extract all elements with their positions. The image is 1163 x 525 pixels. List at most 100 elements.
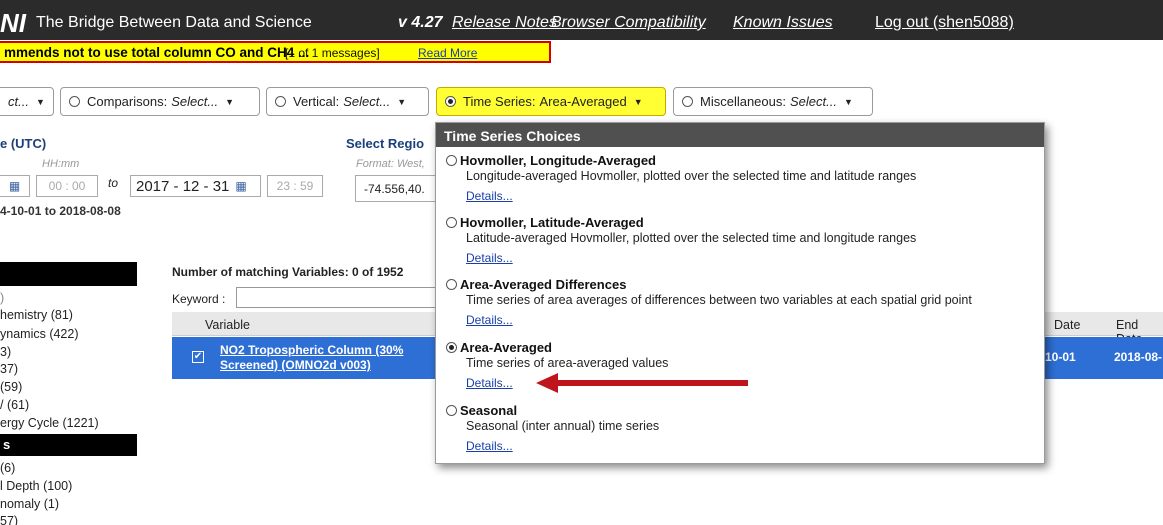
- column-header-begin-date[interactable]: Date: [1054, 318, 1080, 332]
- date-range-title: e (UTC): [0, 136, 47, 151]
- facet-header-bar: [0, 262, 137, 286]
- app-header: NI The Bridge Between Data and Science v…: [0, 0, 1163, 40]
- radio-selected-icon: [445, 96, 456, 107]
- variable-name-line: NO2 Tropospheric Column (30%: [220, 343, 404, 357]
- facet-item[interactable]: nomaly (1): [0, 497, 59, 511]
- choice-description: Latitude-averaged Hovmoller, plotted ove…: [466, 231, 917, 245]
- chevron-down-icon: ▼: [35, 96, 45, 107]
- details-link[interactable]: Details...: [466, 251, 513, 265]
- facet-item[interactable]: 37): [0, 362, 18, 376]
- keyword-label: Keyword :: [172, 292, 226, 306]
- choice-title: Area-Averaged Differences: [460, 277, 627, 292]
- facet-item[interactable]: l Depth (100): [0, 479, 72, 493]
- choice-seasonal[interactable]: Seasonal Seasonal (inter annual) time se…: [446, 403, 1036, 455]
- end-date-cell: 2018-08-: [1114, 350, 1163, 364]
- details-link[interactable]: Details...: [466, 376, 513, 390]
- plot-selector-label: Time Series:: [463, 94, 536, 109]
- facet-item[interactable]: ynamics (422): [0, 327, 79, 341]
- plot-selector-value: Area-Averaged: [539, 94, 627, 109]
- column-header-variable[interactable]: Variable: [205, 318, 250, 332]
- end-time-field[interactable]: 23 : 59: [267, 175, 323, 197]
- plot-selector-label: Miscellaneous:: [700, 94, 786, 109]
- facet-item[interactable]: ergy Cycle (1221): [0, 416, 99, 430]
- details-link[interactable]: Details...: [466, 189, 513, 203]
- choice-title: Hovmoller, Longitude-Averaged: [460, 153, 656, 168]
- calendar-icon[interactable]: ▦: [235, 179, 246, 193]
- choice-description: Time series of area averages of differen…: [466, 293, 972, 307]
- choice-title: Seasonal: [460, 403, 518, 418]
- radio-icon[interactable]: [446, 217, 457, 228]
- choice-title: Area-Averaged: [460, 340, 553, 355]
- choice-hovmoller-longitude[interactable]: Hovmoller, Longitude-Averaged Longitude-…: [446, 153, 1036, 205]
- plot-selector-value: Select...: [171, 94, 219, 109]
- plot-selector-comparisons[interactable]: Comparisons: Select... ▼: [60, 87, 260, 116]
- facet-header-bar: s: [0, 434, 137, 456]
- choice-area-averaged-differences[interactable]: Area-Averaged Differences Time series of…: [446, 277, 1036, 329]
- start-time-field[interactable]: 00 : 00: [36, 175, 98, 197]
- date-to-label: to: [108, 176, 119, 190]
- time-format-hint: HH:mm: [42, 158, 80, 170]
- radio-selected-icon[interactable]: [446, 342, 457, 353]
- start-date-field[interactable]: ▦: [0, 175, 30, 197]
- facet-item[interactable]: hemistry (81): [0, 308, 73, 322]
- plot-selector-miscellaneous[interactable]: Miscellaneous: Select... ▼: [673, 87, 873, 116]
- plot-selector-label: Comparisons:: [87, 94, 168, 109]
- region-bbox-value: -74.556,40.: [364, 181, 425, 196]
- radio-icon[interactable]: [446, 155, 457, 166]
- radio-icon: [682, 96, 693, 107]
- details-link[interactable]: Details...: [466, 313, 513, 327]
- release-notes-link[interactable]: Release Notes: [452, 14, 557, 32]
- panel-header: Time Series Choices: [436, 123, 1044, 147]
- app-version: v 4.27: [398, 14, 443, 31]
- facet-item[interactable]: (59): [0, 380, 22, 394]
- app-logo: NI: [0, 8, 26, 38]
- facet-item[interactable]: 57): [0, 514, 18, 525]
- alert-count: [1 of 1 messages]: [285, 46, 380, 60]
- details-link[interactable]: Details...: [466, 439, 513, 453]
- choice-description: Time series of area-averaged values: [466, 356, 669, 370]
- choice-hovmoller-latitude[interactable]: Hovmoller, Latitude-Averaged Latitude-av…: [446, 215, 1036, 267]
- choice-description: Longitude-averaged Hovmoller, plotted ov…: [466, 169, 917, 183]
- calendar-icon[interactable]: ▦: [9, 179, 20, 193]
- plot-selector-maps[interactable]: ct... ▼: [0, 87, 54, 116]
- plot-selector-vertical[interactable]: Vertical: Select... ▼: [266, 87, 429, 116]
- end-date-field[interactable]: 2017 - 12 - 31 ▦: [130, 175, 261, 197]
- choice-title: Hovmoller, Latitude-Averaged: [460, 215, 644, 230]
- logout-link[interactable]: Log out (shen5088): [875, 14, 1014, 32]
- browser-compatibility-link[interactable]: Browser Compatibility: [551, 14, 706, 32]
- keyword-input[interactable]: [236, 287, 436, 308]
- app-tagline: The Bridge Between Data and Science: [36, 14, 312, 31]
- choice-description: Seasonal (inter annual) time series: [466, 419, 660, 433]
- valid-date-range: 4-10-01 to 2018-08-08: [0, 204, 121, 218]
- chevron-down-icon: ▼: [633, 96, 643, 107]
- known-issues-link[interactable]: Known Issues: [733, 14, 833, 32]
- plot-selector-value: Select...: [343, 94, 391, 109]
- facet-item[interactable]: (6): [0, 461, 15, 475]
- facet-item[interactable]: / (61): [0, 398, 29, 412]
- start-time-value: 00 : 00: [48, 179, 86, 193]
- matching-variables-count: Number of matching Variables: 0 of 1952: [172, 265, 404, 279]
- annotation-arrow-icon: [536, 373, 748, 393]
- end-time-value: 23 : 59: [276, 179, 314, 193]
- select-region-title: Select Regio: [346, 136, 425, 151]
- end-date-value: 2017 - 12 - 31: [136, 177, 230, 195]
- chevron-down-icon: ▼: [843, 96, 853, 107]
- radio-icon[interactable]: [446, 405, 457, 416]
- variable-name-link[interactable]: NO2 Tropospheric Column (30% Screened) (…: [220, 343, 403, 373]
- time-series-choices-panel: Time Series Choices Hovmoller, Longitude…: [435, 122, 1045, 464]
- alert-read-more-link[interactable]: Read More: [418, 46, 477, 60]
- facet-item[interactable]: 3): [0, 345, 11, 359]
- radio-icon: [69, 96, 80, 107]
- plot-selector-time-series[interactable]: Time Series: Area-Averaged ▼: [436, 87, 666, 116]
- begin-date-cell: 10-01: [1045, 350, 1076, 364]
- region-format-hint: Format: West,: [356, 158, 425, 170]
- radio-icon: [275, 96, 286, 107]
- facet-header-label: s: [3, 437, 11, 452]
- plot-selector-label: Vertical:: [293, 94, 340, 109]
- chevron-down-icon: ▼: [397, 96, 407, 107]
- region-bbox-input[interactable]: -74.556,40.: [355, 175, 445, 202]
- plot-selector-value: ct...: [8, 94, 29, 109]
- radio-icon[interactable]: [446, 279, 457, 290]
- variable-name-line: Screened) (OMNO2d v003): [220, 358, 371, 372]
- row-checkbox[interactable]: ✔: [192, 351, 204, 363]
